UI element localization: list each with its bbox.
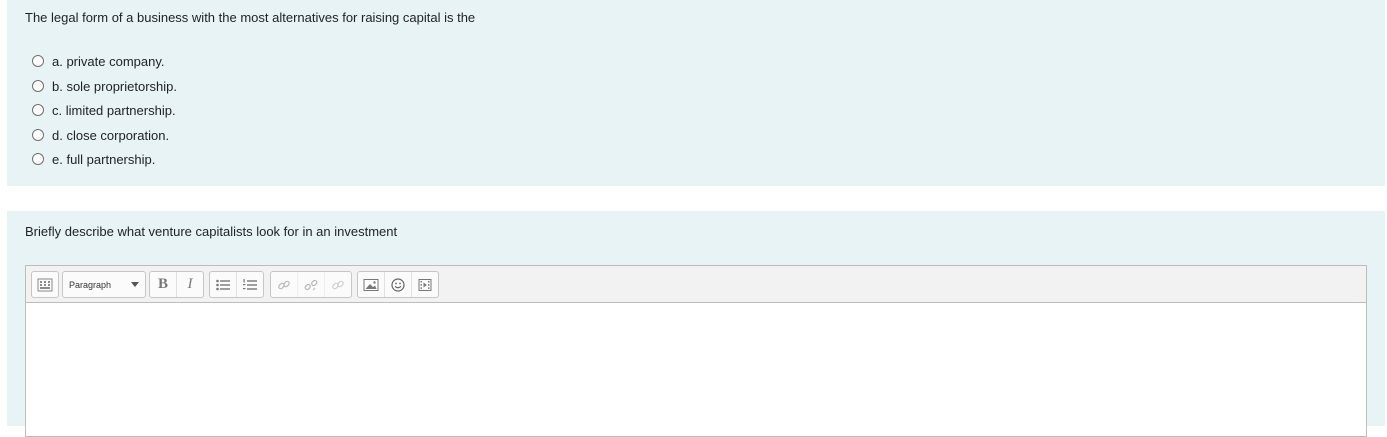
toolbar-toggle-button[interactable] xyxy=(32,272,58,297)
rich-text-editor: Paragraph B I xyxy=(25,265,1367,437)
media-group xyxy=(357,271,439,298)
format-select-value: Paragraph xyxy=(69,279,112,290)
radio-button[interactable] xyxy=(32,153,44,165)
link-group xyxy=(270,271,352,298)
question-1-panel: The legal form of a business with the mo… xyxy=(7,0,1385,186)
question-1-text: The legal form of a business with the mo… xyxy=(25,10,476,25)
question-2-panel: Briefly describe what venture capitalist… xyxy=(7,211,1385,437)
answer-option-b[interactable]: b. sole proprietorship. xyxy=(32,76,177,96)
autolink-button[interactable] xyxy=(324,272,351,297)
question-2-text: Briefly describe what venture capitalist… xyxy=(25,224,398,239)
image-icon xyxy=(363,278,379,291)
unordered-list-button[interactable] xyxy=(210,272,236,297)
autolink-icon xyxy=(332,280,344,289)
unordered-list-icon xyxy=(216,279,230,290)
italic-icon: I xyxy=(187,276,193,292)
paragraph-format-select[interactable]: Paragraph xyxy=(63,280,145,290)
radio-button[interactable] xyxy=(32,55,44,67)
answer-option-a[interactable]: a. private company. xyxy=(32,51,164,71)
insert-image-button[interactable] xyxy=(358,272,384,297)
ordered-list-button[interactable] xyxy=(236,272,263,297)
answer-option-d[interactable]: d. close corporation. xyxy=(32,125,169,145)
toolbar-toggle-icon xyxy=(37,278,53,291)
unlink-button[interactable] xyxy=(297,272,324,297)
editor-content-area[interactable] xyxy=(26,303,1366,436)
bold-button[interactable]: B xyxy=(150,272,176,297)
radio-button[interactable] xyxy=(32,129,44,141)
link-button[interactable] xyxy=(271,272,297,297)
insert-emoji-button[interactable] xyxy=(384,272,411,297)
answer-label: c. limited partnership. xyxy=(52,102,176,118)
link-icon xyxy=(278,280,290,289)
answer-option-c[interactable]: c. limited partnership. xyxy=(32,100,176,120)
media-icon xyxy=(418,278,432,291)
answer-option-e[interactable]: e. full partnership. xyxy=(32,149,155,169)
italic-button[interactable]: I xyxy=(176,272,203,297)
insert-media-button[interactable] xyxy=(411,272,438,297)
radio-button[interactable] xyxy=(32,104,44,116)
style-group: B I xyxy=(149,271,204,298)
emoji-icon xyxy=(391,277,405,292)
chevron-down-icon xyxy=(131,282,139,287)
bold-icon: B xyxy=(157,276,168,292)
answer-label: b. sole proprietorship. xyxy=(52,78,178,94)
list-group xyxy=(209,271,264,298)
answer-label: a. private company. xyxy=(52,53,165,69)
format-select-group: Paragraph xyxy=(62,271,146,298)
unlink-icon xyxy=(304,279,318,290)
ordered-list-icon xyxy=(243,278,257,290)
editor-toolbar: Paragraph B I xyxy=(26,266,1366,303)
answer-label: e. full partnership. xyxy=(52,151,156,167)
toolbar-toggle-group xyxy=(31,271,59,298)
answer-label: d. close corporation. xyxy=(52,127,170,143)
radio-button[interactable] xyxy=(32,80,44,92)
